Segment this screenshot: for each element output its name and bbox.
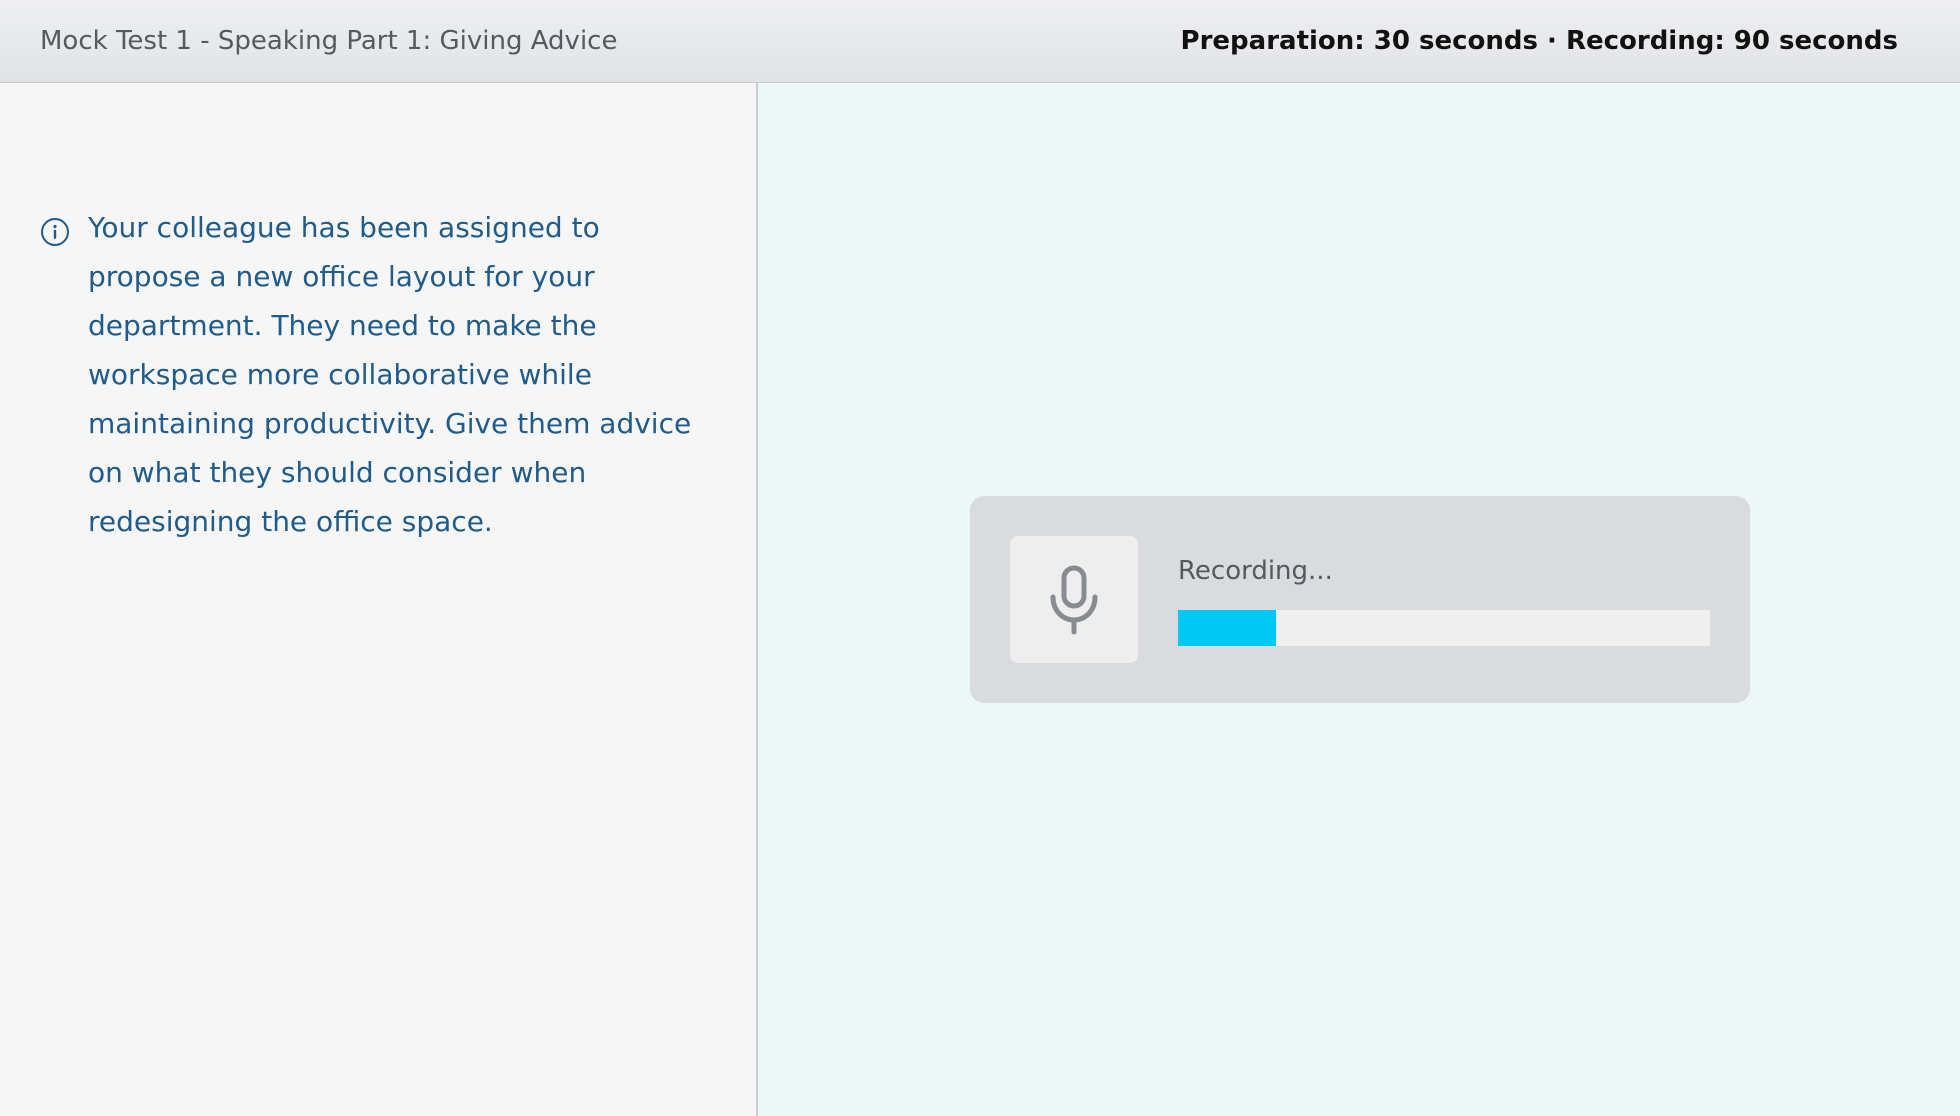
prompt-text: Your colleague has been assigned to prop… (88, 211, 692, 538)
recording-status: Recording... (1178, 556, 1333, 586)
timing-info: Preparation: 30 seconds · Recording: 90 … (1180, 26, 1898, 56)
top-header: Mock Test 1 - Speaking Part 1: Giving Ad… (0, 0, 1960, 83)
recording-progress-bar (1178, 610, 1710, 646)
test-title: Mock Test 1 - Speaking Part 1: Giving Ad… (40, 26, 618, 56)
app-window: Mock Test 1 - Speaking Part 1: Giving Ad… (0, 0, 1960, 1116)
microphone-icon (1050, 565, 1098, 634)
main-content: Your colleague has been assigned to prop… (0, 83, 1960, 1116)
recorder-card: Recording... (970, 496, 1750, 703)
info-icon (41, 218, 69, 246)
recording-area: Recording... (758, 83, 1960, 1116)
recording-progress-fill (1178, 610, 1277, 646)
microphone-button[interactable] (1010, 536, 1138, 663)
instructions-panel: Your colleague has been assigned to prop… (0, 83, 758, 1116)
